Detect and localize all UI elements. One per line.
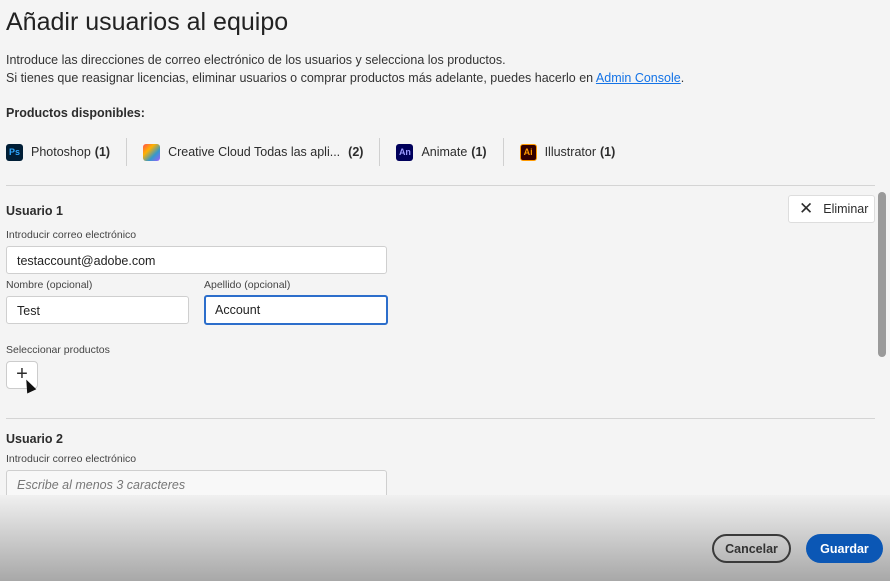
intro-line-2: Si tienes que reasignar licencias, elimi… [6, 69, 684, 87]
product-name: Creative Cloud Todas las apli... [168, 145, 341, 159]
email-field[interactable]: testaccount@adobe.com [6, 246, 387, 274]
product-photoshop: Ps Photoshop (1) [6, 138, 128, 166]
intro-text: Introduce las direcciones de correo elec… [6, 51, 684, 87]
save-button[interactable]: Guardar [806, 534, 883, 563]
products-label: Productos disponibles: [6, 106, 145, 120]
email-label: Introducir correo electrónico [6, 453, 137, 465]
product-animate: An Animate (1) [396, 138, 504, 166]
remove-label: Eliminar [823, 202, 869, 216]
divider [6, 418, 875, 419]
intro-tail: . [680, 71, 685, 85]
product-count: (1) [599, 145, 616, 159]
photoshop-icon: Ps [6, 143, 23, 161]
product-illustrator: Ai Illustrator (1) [519, 138, 632, 166]
divider [6, 185, 875, 186]
scrollbar[interactable] [878, 192, 886, 357]
illustrator-icon: Ai [519, 143, 537, 161]
email-field-user-2[interactable]: Escribe al menos 3 caracteres [6, 470, 387, 498]
user-2-label: Usuario 2 [6, 432, 63, 446]
page-title: Añadir usuarios al equipo [6, 8, 289, 36]
email-label: Introducir correo electrónico [6, 229, 137, 241]
product-name: Illustrator [544, 145, 596, 159]
first-name-field[interactable]: Test [6, 296, 189, 324]
products-list: Ps Photoshop (1) Creative Cloud Todas las … [6, 138, 647, 166]
creative-cloud-icon [143, 143, 161, 161]
intro-line-2-text: Si tienes que reasignar licencias, elimi… [6, 71, 596, 85]
product-count: (1) [471, 145, 487, 159]
close-icon: ✕ [799, 199, 814, 218]
last-name-label: Apellido (opcional) [204, 279, 291, 291]
select-products-label: Seleccionar productos [6, 344, 110, 356]
last-name-field[interactable]: Account [204, 295, 388, 325]
product-creative-cloud: Creative Cloud Todas las apli... (2) [143, 138, 381, 166]
admin-console-link[interactable]: Admin Console [596, 71, 681, 85]
animate-icon: An [396, 143, 414, 161]
product-name: Animate [421, 145, 468, 159]
cancel-button[interactable]: Cancelar [712, 534, 791, 563]
first-name-label: Nombre (opcional) [6, 279, 93, 291]
product-count: (1) [94, 145, 111, 159]
intro-line-1: Introduce las direcciones de correo elec… [6, 53, 506, 67]
product-name: Photoshop [31, 145, 91, 159]
product-count: (2) [348, 145, 364, 159]
user-1-label: Usuario 1 [6, 204, 63, 218]
remove-user-button[interactable]: ✕ Eliminar [788, 195, 875, 223]
